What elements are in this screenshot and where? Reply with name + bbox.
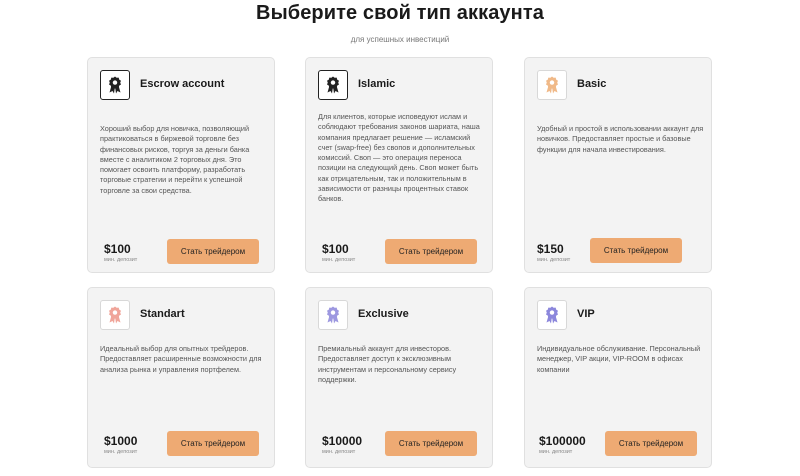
award-ribbon-icon	[537, 70, 567, 100]
page-title: Выберите свой тип аккаунта	[256, 2, 544, 24]
card-price-label: мин. депозит	[104, 257, 138, 263]
account-card-escrow: Escrow account Хороший выбор для новичка…	[87, 57, 275, 273]
account-card-standart: Standart Идеальный выбор для опытных тре…	[87, 287, 275, 468]
card-title: Basic	[577, 78, 607, 90]
card-title: Exclusive	[358, 308, 409, 320]
card-description: Удобный и простой в использовании аккаун…	[537, 124, 704, 154]
become-trader-button[interactable]: Стать трейдером	[605, 431, 697, 456]
card-price: $100000	[539, 434, 586, 448]
card-price-label: мин. депозит	[104, 449, 138, 455]
award-ribbon-icon	[537, 300, 567, 330]
card-price: $150	[537, 242, 564, 256]
card-price: $100	[322, 242, 349, 256]
card-description: Для клиентов, которые исповедуют ислам и…	[318, 112, 480, 204]
account-card-basic: Basic Удобный и простой в использовании …	[524, 57, 712, 273]
account-card-exclusive: Exclusive Премиальный аккаунт для инвест…	[305, 287, 493, 468]
award-ribbon-icon	[318, 300, 348, 330]
become-trader-button[interactable]: Стать трейдером	[590, 238, 682, 263]
card-description: Индивидуальное обслуживание. Персональны…	[537, 344, 701, 374]
card-price: $100	[104, 242, 131, 256]
card-price: $10000	[322, 434, 363, 448]
award-ribbon-icon	[100, 70, 130, 100]
card-price-label: мин. депозит	[322, 449, 356, 455]
award-ribbon-icon	[100, 300, 130, 330]
card-title: Escrow account	[140, 78, 225, 90]
page-subtitle: для успешных инвестиций	[350, 35, 450, 44]
card-title: VIP	[577, 308, 595, 320]
become-trader-button[interactable]: Стать трейдером	[167, 431, 259, 456]
card-title: Standart	[140, 308, 185, 320]
award-ribbon-icon	[318, 70, 348, 100]
card-description: Идеальный выбор для опытных трейдеров. П…	[100, 344, 262, 374]
card-price-label: мин. депозит	[322, 257, 356, 263]
card-description: Премиальный аккаунт для инвесторов. Пред…	[318, 344, 457, 384]
card-title: Islamic	[358, 78, 396, 90]
card-price: $1000	[104, 434, 138, 448]
become-trader-button[interactable]: Стать трейдером	[385, 431, 477, 456]
card-price-label: мин. депозит	[537, 257, 571, 263]
become-trader-button[interactable]: Стать трейдером	[167, 239, 259, 264]
card-description: Хороший выбор для новичка, позволяющий п…	[100, 124, 250, 195]
card-price-label: мин. депозит	[539, 449, 573, 455]
account-card-islamic: Islamic Для клиентов, которые исповедуют…	[305, 57, 493, 273]
account-card-vip: VIP Индивидуальное обслуживание. Персона…	[524, 287, 712, 468]
become-trader-button[interactable]: Стать трейдером	[385, 239, 477, 264]
